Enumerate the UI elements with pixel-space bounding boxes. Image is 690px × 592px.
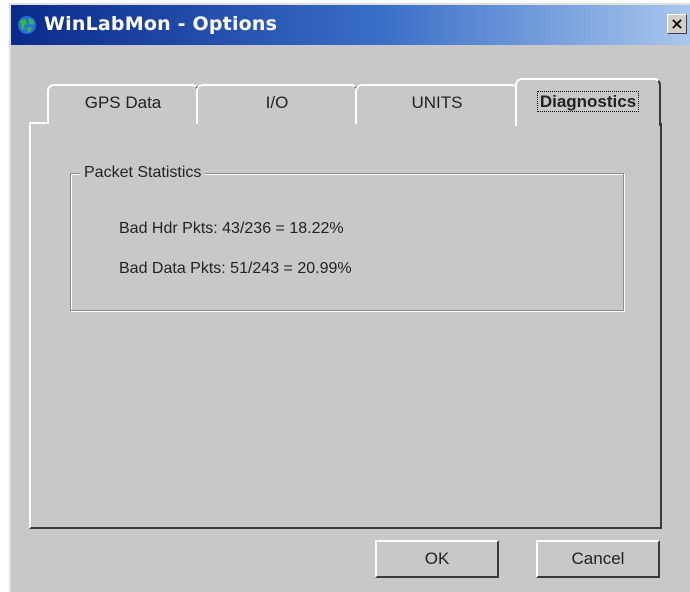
bad-data-packets-stat: Bad Data Pkts: 51/243 = 20.99%	[119, 260, 352, 277]
title-bar[interactable]: WinLabMon - Options ×	[11, 5, 690, 45]
cancel-button[interactable]: Cancel	[536, 540, 660, 578]
tab-gps-data[interactable]: GPS Data	[47, 84, 199, 124]
tab-label: I/O	[265, 93, 289, 112]
tab-label: UNITS	[411, 93, 463, 112]
close-button[interactable]: ×	[667, 14, 687, 34]
tab-label: GPS Data	[84, 93, 162, 112]
tab-units[interactable]: UNITS	[355, 84, 519, 124]
tab-io[interactable]: I/O	[196, 84, 358, 124]
tab-diagnostics[interactable]: Diagnostics	[515, 78, 661, 126]
ok-button[interactable]: OK	[375, 540, 499, 578]
bad-header-packets-stat: Bad Hdr Pkts: 43/236 = 18.22%	[119, 220, 344, 237]
winlabmon-globe-icon	[18, 16, 36, 34]
tab-label: Diagnostics	[536, 91, 640, 112]
packet-statistics-title: Packet Statistics	[80, 164, 206, 182]
packet-statistics-group	[70, 173, 624, 311]
window-title: WinLabMon - Options	[44, 13, 278, 35]
